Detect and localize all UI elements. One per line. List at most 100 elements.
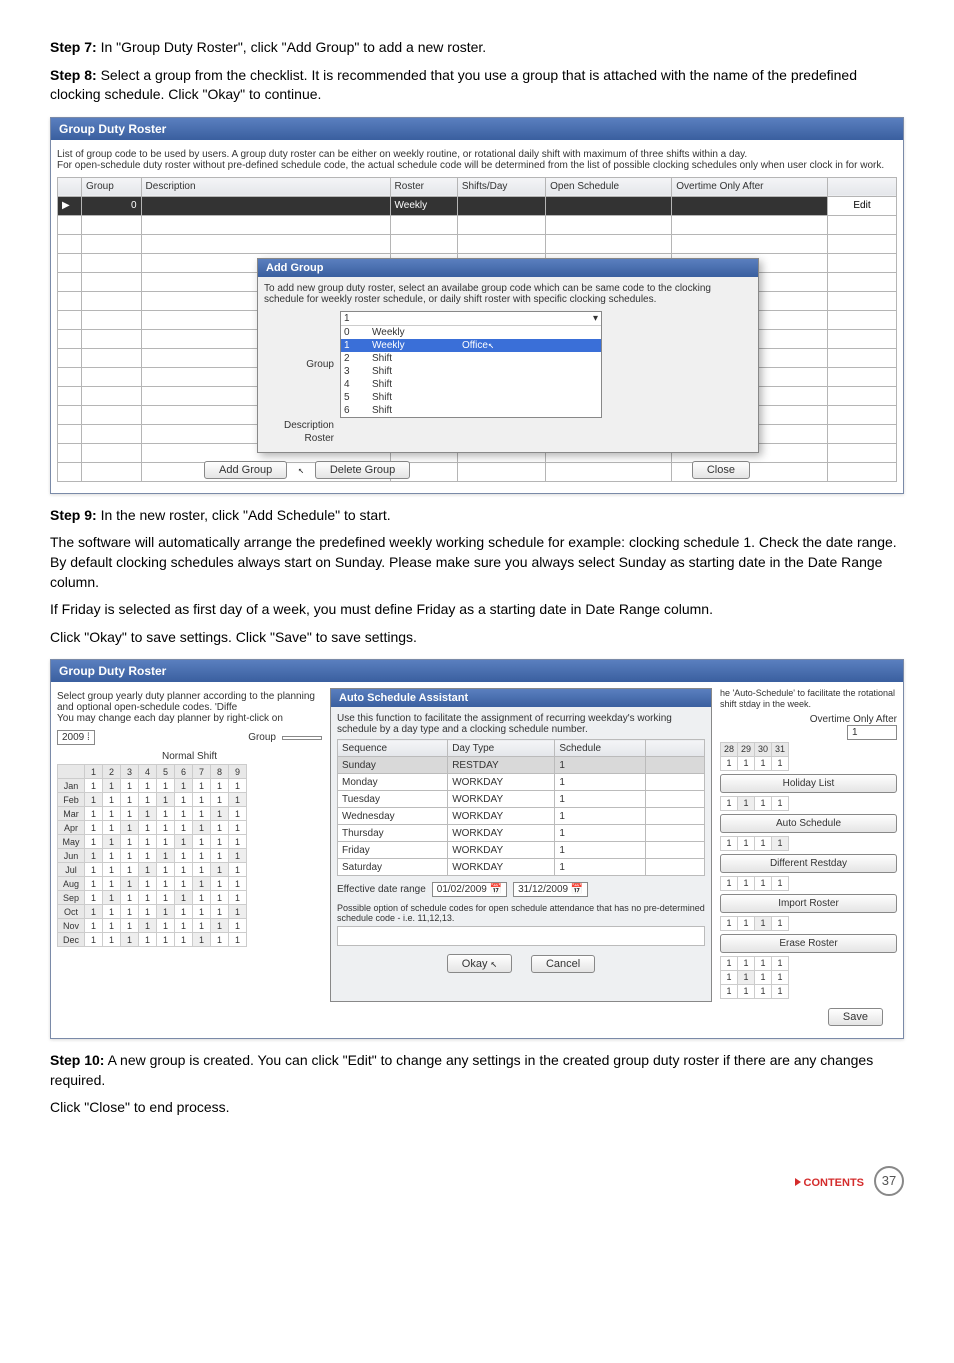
contents-link[interactable]: CONTENTS [795, 1173, 865, 1189]
left-planner-pane: Select group yearly duty planner accordi… [57, 688, 322, 1002]
delete-group-button[interactable]: Delete Group [315, 461, 410, 479]
table-row [58, 215, 897, 234]
calendar-row[interactable]: Jul111111111 [58, 863, 247, 877]
schedule-row[interactable]: FridayWORKDAY1 [338, 842, 705, 859]
col-schedule[interactable]: Schedule [555, 740, 646, 757]
schedule-row[interactable]: MondayWORKDAY1 [338, 774, 705, 791]
step9-label: Step 9: [50, 507, 97, 523]
calendar-row[interactable]: May111111111 [58, 835, 247, 849]
dropdown-option[interactable]: 1WeeklyOffice ↖ [341, 339, 601, 352]
effective-range-label: Effective date range [337, 884, 426, 895]
triangle-icon [795, 1178, 801, 1186]
date-from-input[interactable]: 01/02/2009 📅 [432, 882, 507, 897]
paragraph: If Friday is selected as first day of a … [50, 600, 904, 620]
col-description[interactable]: Description [141, 177, 390, 196]
dialog-title: Add Group [258, 259, 758, 277]
date-to-input[interactable]: 31/12/2009 📅 [513, 882, 588, 897]
calendar-row[interactable]: Oct111111111 [58, 905, 247, 919]
right-calendar-strip: 282930311111 [720, 742, 789, 771]
dropdown-option[interactable]: 2Shift [341, 352, 601, 365]
calendar-row[interactable]: Dec111111111 [58, 933, 247, 947]
add-group-dialog: Add Group To add new group duty roster, … [257, 258, 759, 453]
assist-title: Auto Schedule Assistant [331, 689, 711, 707]
calendar-row[interactable]: Mar111111111 [58, 807, 247, 821]
calendar-row[interactable]: Feb111111111 [58, 793, 247, 807]
import-roster-button[interactable]: Import Roster [720, 894, 897, 913]
erase-roster-button[interactable]: Erase Roster [720, 934, 897, 953]
assist-note: Possible option of schedule codes for op… [337, 903, 705, 923]
step7-text: In "Group Duty Roster", click "Add Group… [97, 39, 487, 55]
dialog-message: To add new group duty roster, select an … [264, 283, 752, 305]
step7-label: Step 7: [50, 39, 97, 55]
group-dropdown[interactable]: 1▾ 0Weekly1WeeklyOffice ↖2Shift3Shift4Sh… [340, 311, 602, 418]
group-input[interactable] [282, 736, 322, 740]
cursor-icon: ↖ [491, 957, 498, 970]
month-calendar[interactable]: 123456789Jan111111111Feb111111111Mar1111… [57, 764, 247, 947]
step10-label: Step 10: [50, 1052, 104, 1068]
col-sequence[interactable]: Sequence [338, 740, 448, 757]
step10-text: A new group is created. You can click "E… [50, 1052, 873, 1088]
dropdown-option[interactable]: 4Shift [341, 378, 601, 391]
col-daytype[interactable]: Day Type [448, 740, 555, 757]
cursor-icon: ↖ [298, 465, 304, 476]
description-label: Description [264, 420, 340, 431]
table-row [58, 234, 897, 253]
calendar-row[interactable]: Aug111111111 [58, 877, 247, 891]
right-note: he 'Auto-Schedule' to facilitate the rot… [720, 688, 897, 710]
normal-shift-heading: Normal Shift [57, 749, 322, 764]
dropdown-option[interactable]: 0Weekly [341, 326, 601, 339]
dropdown-option[interactable]: 5Shift [341, 391, 601, 404]
window-title: Group Duty Roster [51, 118, 903, 140]
step9-text: In the new roster, click "Add Schedule" … [97, 507, 391, 523]
save-button[interactable]: Save [828, 1008, 883, 1026]
paragraph: Click "Okay" to save settings. Click "Sa… [50, 628, 904, 648]
calendar-row[interactable]: Jun111111111 [58, 849, 247, 863]
schedule-row[interactable]: ThursdayWORKDAY1 [338, 825, 705, 842]
okay-button[interactable]: Okay ↖ [447, 954, 512, 973]
auto-schedule-button[interactable]: Auto Schedule [720, 814, 897, 833]
schedule-row[interactable]: TuesdayWORKDAY1 [338, 791, 705, 808]
dropdown-option[interactable]: 3Shift [341, 365, 601, 378]
col-overtime[interactable]: Overtime Only After [672, 177, 828, 196]
col-open[interactable]: Open Schedule [546, 177, 672, 196]
group-duty-roster-window-2: Group Duty Roster Select group yearly du… [50, 659, 904, 1039]
right-pane: he 'Auto-Schedule' to facilitate the rot… [720, 688, 897, 1002]
auto-schedule-assistant-dialog: Auto Schedule Assistant Use this functio… [330, 688, 712, 1002]
col-shifts[interactable]: Shifts/Day [457, 177, 545, 196]
table-row[interactable]: ▶ 0 Weekly Edit [58, 196, 897, 215]
col-group[interactable]: Group [82, 177, 142, 196]
close-paragraph: Click "Close" to end process. [50, 1098, 904, 1118]
calendar-row[interactable]: Jan111111111 [58, 779, 247, 793]
col-roster[interactable]: Roster [390, 177, 457, 196]
calendar-row[interactable]: Apr111111111 [58, 821, 247, 835]
intro-text: List of group code to be used by users. … [57, 149, 897, 171]
ot-input[interactable]: 1 [847, 725, 897, 740]
ot-label: Overtime Only After [810, 714, 897, 725]
schedule-row[interactable]: WednesdayWORKDAY1 [338, 808, 705, 825]
page-number: 37 [874, 1166, 904, 1196]
paragraph: The software will automatically arrange … [50, 533, 904, 592]
group-field-label: Group [248, 732, 276, 743]
schedule-table: Sequence Day Type Schedule SundayRESTDAY… [337, 739, 705, 876]
edit-link[interactable]: Edit [828, 196, 897, 215]
schedule-row[interactable]: SundayRESTDAY1 [338, 757, 705, 774]
cancel-button[interactable]: Cancel [531, 955, 595, 973]
step8-label: Step 8: [50, 67, 97, 83]
left-intro: Select group yearly duty planner accordi… [57, 691, 322, 724]
calendar-row[interactable]: Sep111111111 [58, 891, 247, 905]
holiday-list-button[interactable]: Holiday List [720, 774, 897, 793]
chevron-down-icon: ▾ [593, 313, 598, 324]
different-restday-button[interactable]: Different Restday [720, 854, 897, 873]
assist-msg: Use this function to facilitate the assi… [337, 713, 705, 735]
open-schedule-input[interactable] [337, 926, 705, 946]
year-spinner[interactable]: 2009 ⁞ [57, 730, 95, 745]
schedule-row[interactable]: SaturdayWORKDAY1 [338, 859, 705, 876]
group-duty-roster-window-1: Group Duty Roster List of group code to … [50, 117, 904, 494]
group-label: Group [264, 359, 340, 370]
window-title-2: Group Duty Roster [51, 660, 903, 682]
add-group-button[interactable]: Add Group [204, 461, 287, 479]
close-button[interactable]: Close [692, 461, 750, 479]
dropdown-option[interactable]: 6Shift [341, 404, 601, 417]
step8-text: Select a group from the checklist. It is… [50, 67, 857, 103]
calendar-row[interactable]: Nov111111111 [58, 919, 247, 933]
